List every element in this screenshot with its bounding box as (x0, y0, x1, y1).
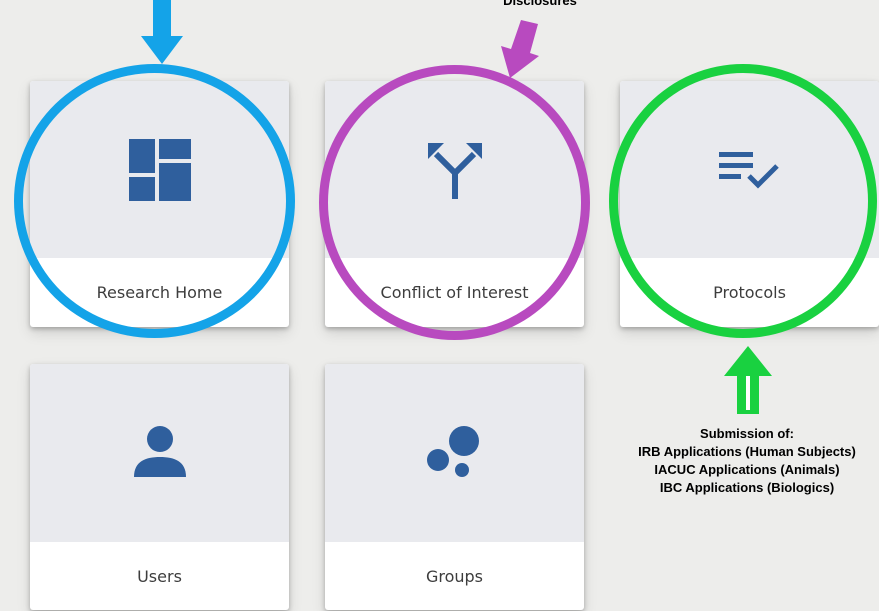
tile-label: Protocols (713, 283, 786, 302)
tile-icon-area (620, 81, 879, 258)
submission-line-irb: IRB Applications (Human Subjects) (638, 444, 856, 459)
submission-line-iacuc: IACUC Applications (Animals) (654, 462, 840, 477)
submission-heading: Submission of: (700, 426, 794, 441)
person-icon (133, 426, 186, 477)
tile-research-home[interactable]: Research Home (30, 81, 289, 327)
tile-protocols[interactable]: Protocols (620, 81, 879, 327)
submission-line-ibc: IBC Applications (Biologics) (659, 480, 835, 495)
tile-conflict-of-interest[interactable]: Conflict of Interest (325, 81, 584, 327)
tile-groups[interactable]: Groups (325, 364, 584, 610)
submission-annotation: Submission of: IRB Applications (Human S… (618, 425, 876, 497)
arrow-up-green-icon (724, 346, 772, 414)
arrow-down-left-purple-icon (501, 20, 539, 78)
tile-label: Groups (425, 566, 484, 586)
bubbles-icon (426, 426, 479, 477)
tile-icon-area (30, 364, 289, 542)
tile-label: Conflict of Interest (380, 283, 529, 302)
tile-users[interactable]: Users (30, 364, 289, 610)
dashboard-icon (128, 138, 191, 201)
arrow-down-blue-icon (141, 0, 183, 64)
tile-icon-area (325, 81, 584, 258)
tile-label: Research Home (96, 283, 223, 302)
disclosures-annotation: Disclosures (503, 0, 577, 8)
tile-icon-area (30, 81, 289, 258)
merge-arrows-icon (427, 142, 482, 199)
tile-label: Users (137, 566, 182, 586)
checklist-icon (718, 151, 779, 189)
tile-icon-area (325, 364, 584, 542)
